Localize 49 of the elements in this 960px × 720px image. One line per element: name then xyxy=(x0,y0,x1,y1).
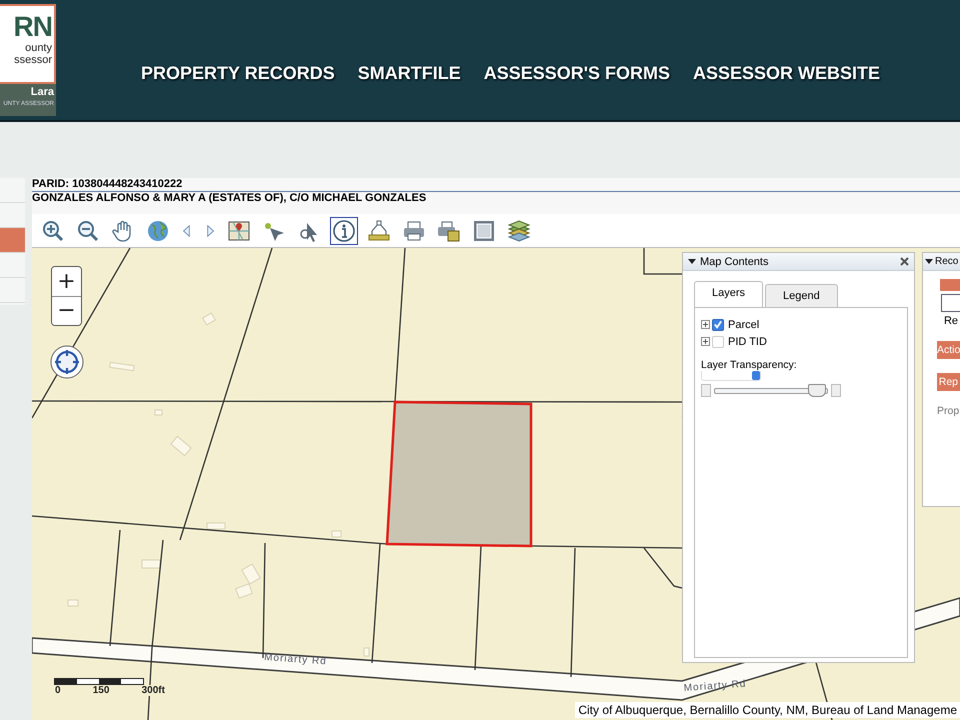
zoom-out-button[interactable]: − xyxy=(52,296,81,325)
layer-select[interactable] xyxy=(701,371,761,381)
slider-left-button[interactable] xyxy=(701,384,711,397)
road-label: Moriarty Rd xyxy=(264,652,328,668)
info-icon[interactable] xyxy=(330,216,358,244)
checkbox[interactable] xyxy=(712,318,724,330)
building xyxy=(364,648,370,656)
scale-label: 0 xyxy=(54,685,62,696)
road-label: Moriarty Rd xyxy=(683,678,747,694)
tab[interactable]: Legend xyxy=(765,284,838,307)
panel-text: Prop xyxy=(937,405,960,417)
panel-title: Reco xyxy=(935,256,958,267)
building xyxy=(206,522,226,530)
locate-icon[interactable] xyxy=(50,345,84,379)
building xyxy=(154,410,162,416)
stepper-icon[interactable] xyxy=(752,371,760,380)
transparency-label: Layer Transparency: xyxy=(701,359,798,371)
building xyxy=(68,600,78,606)
nav-link[interactable]: ASSESSOR'S FORMS xyxy=(484,63,670,84)
building xyxy=(332,530,342,538)
nav-link[interactable]: ASSESSOR WEBSITE xyxy=(693,63,880,84)
selected-parcel[interactable] xyxy=(386,400,532,548)
layer-name: PID TID xyxy=(728,336,767,348)
slider-right-button[interactable] xyxy=(831,384,841,397)
collapse-icon[interactable] xyxy=(688,259,696,264)
logo-text: ssessor xyxy=(14,54,52,66)
building xyxy=(202,312,216,326)
map-attribution: City of Albuquerque, Bernalillo County, NM, Bureau of Land Manageme xyxy=(575,702,960,718)
field-label: Re xyxy=(942,315,959,327)
input-field[interactable] xyxy=(941,294,960,312)
slider-thumb[interactable] xyxy=(808,384,826,396)
layer-name: Parcel xyxy=(728,318,760,330)
nav-link[interactable]: SMARTFILE xyxy=(358,63,461,84)
nav-link[interactable]: PROPERTY RECORDS xyxy=(141,63,335,84)
owner-name: GONZALES ALFONSO & MARY A (ESTATES OF), C/O MICHAEL GONZALES xyxy=(32,192,428,205)
building xyxy=(109,362,135,372)
close-icon[interactable] xyxy=(900,257,909,266)
building xyxy=(235,583,253,599)
scale-label: 150 xyxy=(92,685,110,696)
logo-mark: RN xyxy=(14,12,52,42)
panel-title: Map Contents xyxy=(700,256,770,268)
assessor-name: Lara xyxy=(30,86,54,99)
collapse-icon[interactable] xyxy=(925,259,933,264)
parcel-id: PARID: 103804448243410222 xyxy=(32,178,960,192)
header-strip xyxy=(940,279,960,291)
logo-text: ounty xyxy=(25,42,52,54)
building xyxy=(142,560,160,568)
scale-label: 300ft xyxy=(140,685,166,696)
tab[interactable]: Layers xyxy=(694,281,764,307)
